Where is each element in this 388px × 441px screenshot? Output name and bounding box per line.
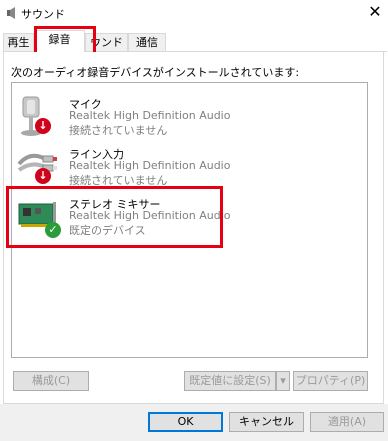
tab-communications[interactable]: 通信 <box>128 33 166 51</box>
microphone-icon: ↓ <box>17 96 59 140</box>
chevron-down-icon: ▾ <box>280 374 286 387</box>
device-highlight-box <box>6 186 223 248</box>
configure-button[interactable]: 構成(C) <box>13 371 89 391</box>
speaker-icon <box>6 6 18 20</box>
device-driver: Realtek High Definition Audio <box>69 159 231 172</box>
disconnected-icon: ↓ <box>35 118 51 134</box>
cancel-button[interactable]: キャンセル <box>229 412 304 432</box>
device-item[interactable]: ↓ マイク Realtek High Definition Audio 接続され… <box>15 96 315 146</box>
apply-button[interactable]: 適用(A) <box>310 412 384 432</box>
properties-button[interactable]: プロパティ(P) <box>293 371 368 391</box>
instruction-text: 次のオーディオ録音デバイスがインストールされています: <box>11 66 300 79</box>
disconnected-icon: ↓ <box>35 168 51 184</box>
device-status: 接続されていません <box>69 124 168 137</box>
set-default-button[interactable]: 既定値に設定(S) <box>184 371 276 391</box>
window-title: サウンド <box>21 8 65 21</box>
close-icon[interactable]: ✕ <box>366 3 384 21</box>
title-bar: サウンド ✕ <box>0 0 388 26</box>
ok-button[interactable]: OK <box>148 412 223 432</box>
device-driver: Realtek High Definition Audio <box>69 109 231 122</box>
tab-playback[interactable]: 再生 <box>3 33 34 51</box>
set-default-dropdown[interactable]: ▾ <box>276 371 290 391</box>
line-in-icon: ↓ <box>17 146 59 190</box>
